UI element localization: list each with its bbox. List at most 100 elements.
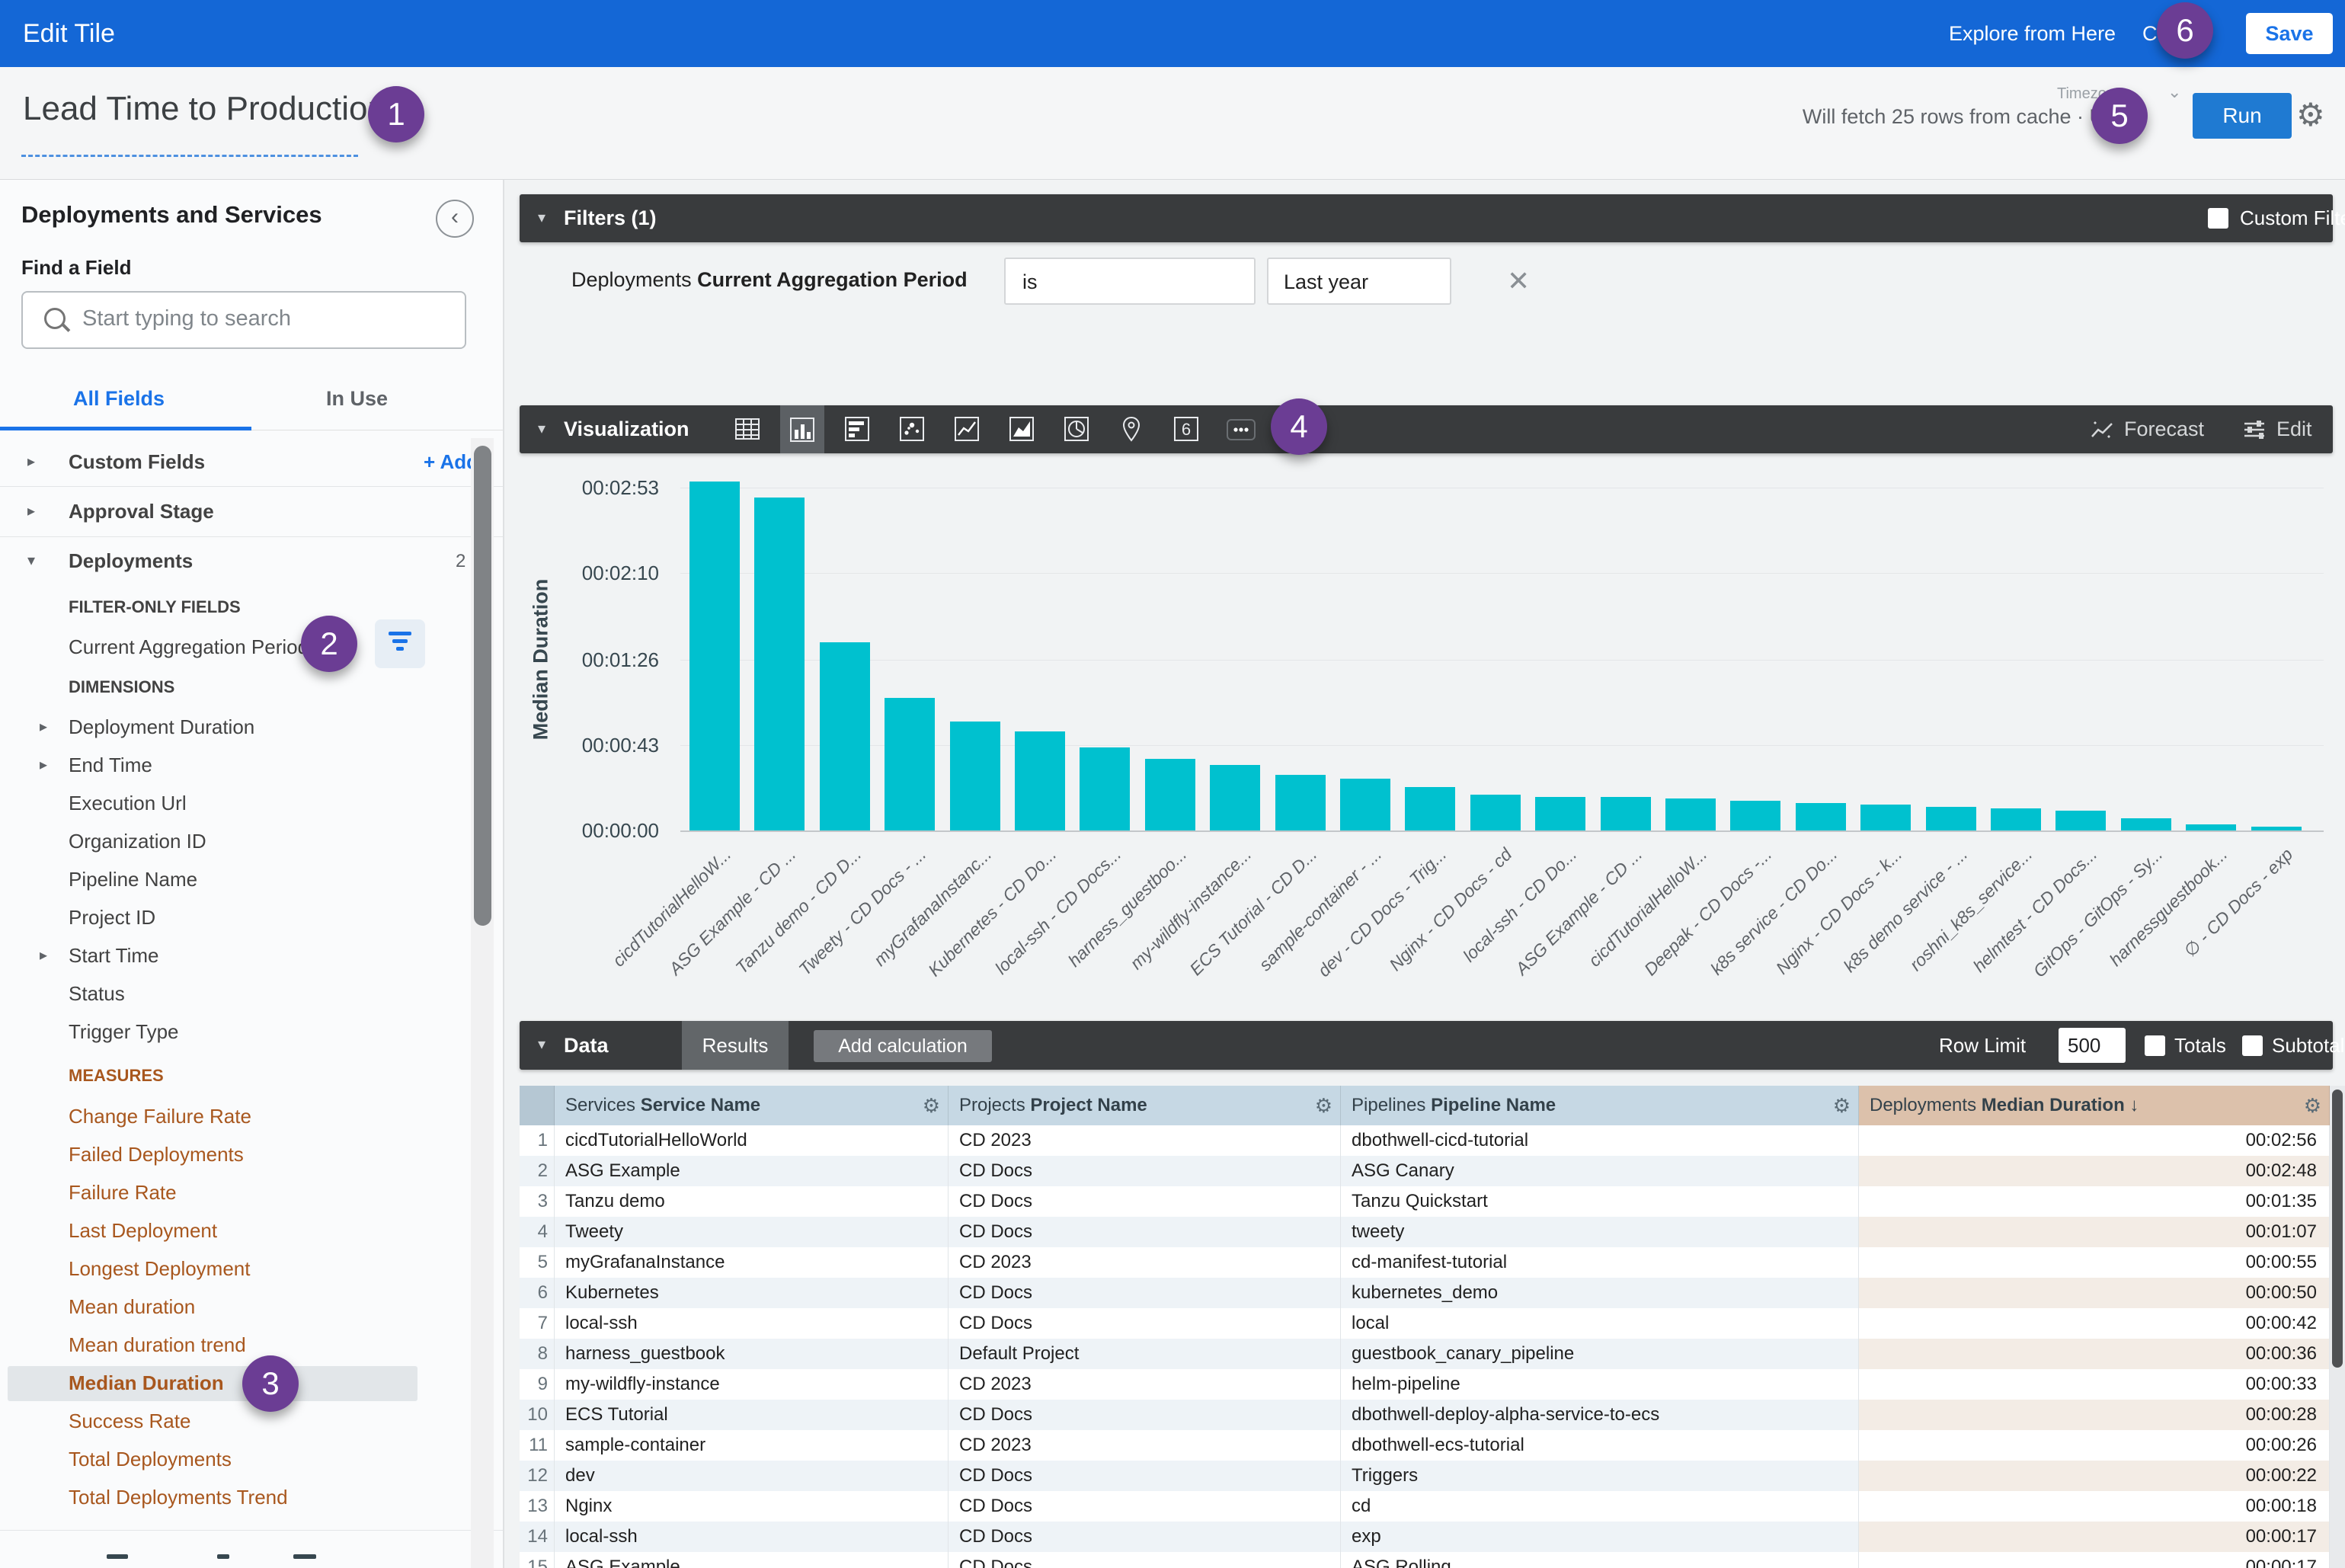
dimension-cell[interactable]: CD Docs: [949, 1461, 1341, 1491]
filter-only-fields-header[interactable]: FILTER-ONLY FIELDS: [69, 597, 241, 617]
dimension-item[interactable]: Deployment Duration: [69, 715, 254, 739]
dimension-cell[interactable]: CD Docs: [949, 1308, 1341, 1339]
bar[interactable]: [1860, 805, 1911, 830]
bar-chart-icon[interactable]: [835, 410, 879, 448]
sidebar-group-deployments[interactable]: Deployments: [69, 549, 193, 573]
bar[interactable]: [1275, 775, 1326, 830]
subtotals-checkbox[interactable]: [2242, 1035, 2263, 1056]
measure-item[interactable]: Total Deployments: [69, 1448, 232, 1471]
dimension-cell[interactable]: ASG Example: [555, 1156, 949, 1186]
measure-item[interactable]: Longest Deployment: [69, 1257, 250, 1281]
expand-arrow-icon[interactable]: ▸: [40, 946, 47, 965]
dimension-cell[interactable]: ECS Tutorial: [555, 1400, 949, 1430]
measure-item[interactable]: Change Failure Rate: [69, 1105, 251, 1128]
map-pin-icon[interactable]: [1109, 410, 1153, 448]
line-chart-icon[interactable]: [945, 410, 989, 448]
dimension-item[interactable]: Project ID: [69, 906, 155, 930]
bar[interactable]: [1080, 747, 1130, 830]
dimension-cell[interactable]: CD Docs: [949, 1217, 1341, 1247]
pie-chart-icon[interactable]: [1054, 410, 1099, 448]
visualization-collapse-icon[interactable]: ▾: [538, 419, 545, 438]
measure-cell[interactable]: 00:00:36: [1859, 1339, 2330, 1369]
more-viz-icon[interactable]: [1219, 410, 1263, 448]
expand-arrow-icon[interactable]: ▾: [27, 551, 35, 570]
bar[interactable]: [2251, 827, 2302, 830]
gear-icon[interactable]: ⚙: [1315, 1094, 1332, 1118]
measure-cell[interactable]: 00:00:55: [1859, 1247, 2330, 1278]
remove-filter-icon[interactable]: ✕: [1507, 265, 1530, 297]
dimension-cell[interactable]: exp: [1341, 1522, 1859, 1552]
custom-filter-checkbox[interactable]: [2208, 208, 2228, 229]
dimension-cell[interactable]: kubernetes_demo: [1341, 1278, 1859, 1308]
scatter-chart-icon[interactable]: [890, 410, 934, 448]
measure-cell[interactable]: 00:02:56: [1859, 1125, 2330, 1156]
bar[interactable]: [2055, 811, 2106, 830]
dimension-cell[interactable]: ASG Rolling: [1341, 1552, 1859, 1568]
dimension-cell[interactable]: guestbook_canary_pipeline: [1341, 1339, 1859, 1369]
filters-panel-header[interactable]: ▾ Filters (1) Custom Filter: [520, 194, 2333, 242]
measure-item[interactable]: Failed Deployments: [69, 1143, 244, 1166]
bar[interactable]: [1796, 803, 1846, 830]
bar[interactable]: [754, 498, 805, 830]
bar[interactable]: [1015, 731, 1065, 830]
dimension-cell[interactable]: cd: [1341, 1491, 1859, 1522]
column-header-median-duration[interactable]: Deployments Median Duration ↓⚙: [1859, 1086, 2330, 1125]
dimension-cell[interactable]: Tanzu demo: [555, 1186, 949, 1217]
dimension-cell[interactable]: helm-pipeline: [1341, 1369, 1859, 1400]
dimension-cell[interactable]: CD Docs: [949, 1278, 1341, 1308]
save-button[interactable]: Save: [2246, 13, 2333, 54]
bar[interactable]: [1601, 797, 1651, 830]
measure-item[interactable]: Success Rate: [69, 1410, 190, 1433]
dimension-cell[interactable]: dbothwell-deploy-alpha-service-to-ecs: [1341, 1400, 1859, 1430]
bar[interactable]: [1470, 795, 1521, 830]
dimension-cell[interactable]: tweety: [1341, 1217, 1859, 1247]
dimension-item[interactable]: Start Time: [69, 944, 158, 968]
measure-cell[interactable]: 00:00:28: [1859, 1400, 2330, 1430]
bar[interactable]: [2121, 818, 2171, 830]
table-viz-icon[interactable]: [725, 410, 769, 448]
dimension-cell[interactable]: Tanzu Quickstart: [1341, 1186, 1859, 1217]
dimension-cell[interactable]: cicdTutorialHelloWorld: [555, 1125, 949, 1156]
filter-value-input[interactable]: Last year: [1267, 258, 1451, 305]
bar[interactable]: [1340, 779, 1390, 830]
dimension-cell[interactable]: Tweety: [555, 1217, 949, 1247]
totals-checkbox[interactable]: [2145, 1035, 2165, 1056]
dimension-item[interactable]: Trigger Type: [69, 1020, 179, 1044]
measure-cell[interactable]: 00:00:17: [1859, 1522, 2330, 1552]
expand-arrow-icon[interactable]: ▸: [40, 755, 47, 774]
add-calculation-button[interactable]: Add calculation: [814, 1030, 992, 1062]
measure-item[interactable]: Total Deployments Trend: [69, 1486, 288, 1509]
gear-icon[interactable]: ⚙: [923, 1094, 940, 1118]
dimension-cell[interactable]: CD 2023: [949, 1369, 1341, 1400]
expand-arrow-icon[interactable]: ▸: [27, 452, 35, 471]
filter-field-button[interactable]: [375, 619, 425, 668]
column-chart-icon[interactable]: [780, 405, 824, 453]
column-header-pipeline-name[interactable]: Pipelines Pipeline Name⚙: [1341, 1086, 1859, 1125]
row-limit-input[interactable]: 500: [2059, 1028, 2126, 1063]
gear-icon[interactable]: ⚙: [2304, 1094, 2321, 1118]
table-scrollbar-thumb[interactable]: [2332, 1090, 2343, 1368]
dimension-cell[interactable]: local-ssh: [555, 1308, 949, 1339]
single-value-icon[interactable]: 6: [1164, 410, 1208, 448]
dimension-cell[interactable]: harness_guestbook: [555, 1339, 949, 1369]
sidebar-scrollbar-thumb[interactable]: [474, 446, 491, 926]
dimension-cell[interactable]: sample-container: [555, 1430, 949, 1461]
measure-item[interactable]: Mean duration: [69, 1295, 195, 1319]
measure-cell[interactable]: 00:00:17: [1859, 1552, 2330, 1568]
dimension-cell[interactable]: dev: [555, 1461, 949, 1491]
bar[interactable]: [950, 722, 1000, 830]
dimension-cell[interactable]: Nginx: [555, 1491, 949, 1522]
filter-operator-select[interactable]: is: [1004, 258, 1256, 305]
measure-cell[interactable]: 00:01:35: [1859, 1186, 2330, 1217]
bar[interactable]: [1535, 797, 1585, 830]
dimension-item[interactable]: Execution Url: [69, 792, 187, 815]
dimension-cell[interactable]: CD 2023: [949, 1430, 1341, 1461]
sidebar-group-custom-fields[interactable]: Custom Fields: [69, 450, 205, 474]
tab-all-fields[interactable]: All Fields: [73, 387, 165, 411]
dimension-cell[interactable]: CD Docs: [949, 1400, 1341, 1430]
dimension-cell[interactable]: Default Project: [949, 1339, 1341, 1369]
gear-icon[interactable]: ⚙: [2296, 96, 2325, 133]
dimension-cell[interactable]: cd-manifest-tutorial: [1341, 1247, 1859, 1278]
bar[interactable]: [1926, 807, 1976, 830]
measures-header[interactable]: MEASURES: [69, 1066, 164, 1086]
